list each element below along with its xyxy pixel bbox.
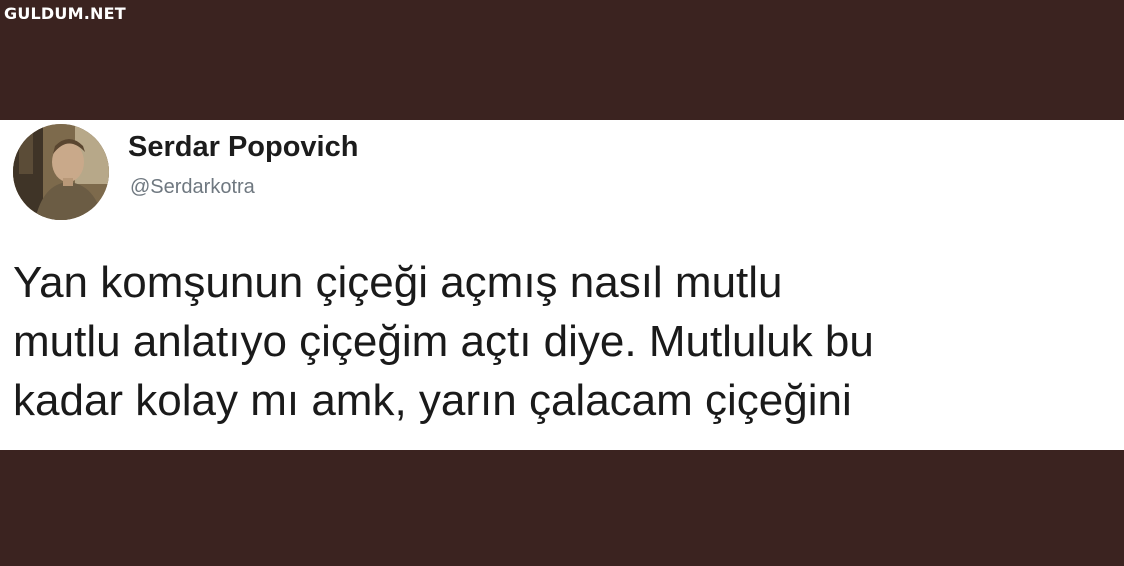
avatar-photo-icon [13, 124, 109, 220]
tweet-text: Yan komşunun çiçeği açmış nasıl mutlu mu… [13, 253, 1113, 430]
avatar[interactable] [13, 124, 109, 220]
author-display-name[interactable]: Serdar Popovich [128, 131, 358, 164]
tweet-text-line: mutlu anlatıyo çiçeğim açtı diye. Mutlul… [13, 317, 874, 366]
author-handle[interactable]: @Serdarkotra [130, 176, 255, 199]
tweet-text-line: Yan komşunun çiçeği açmış nasıl mutlu [13, 258, 783, 307]
tweet-text-line: kadar kolay mı amk, yarın çalacam çiçeği… [13, 376, 852, 425]
site-watermark: GULDUM.NET [4, 4, 126, 23]
